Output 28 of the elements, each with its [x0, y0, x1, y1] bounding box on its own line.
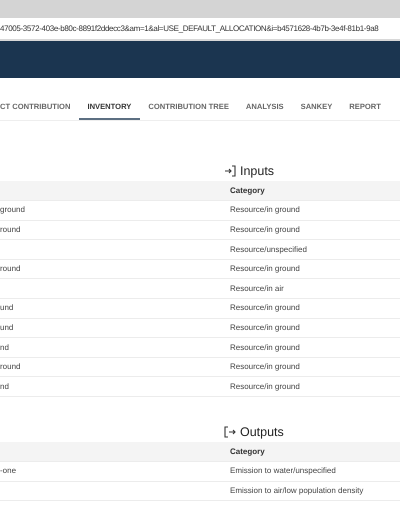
table-cell: Emission to air/low population density: [230, 486, 364, 496]
table-cell: Resource/in ground: [230, 264, 300, 274]
section-title: Outputs: [240, 424, 284, 441]
table-cell: und: [0, 322, 14, 332]
table-cell: Resource/in ground: [230, 322, 300, 332]
table-cell: und: [0, 303, 14, 312]
table-cell: round: [0, 362, 20, 372]
sign-out-icon: [224, 426, 236, 438]
table-cell: Resource/in ground: [230, 205, 300, 214]
table-cell: Emission to water/unspecified: [230, 466, 336, 476]
table-cell: Resource/in ground: [230, 303, 300, 312]
table-cell: -one: [0, 466, 16, 476]
table-cell: Resource/in ground: [230, 382, 300, 391]
table-cell: nd: [0, 342, 9, 352]
table-cell: Resource/in ground: [230, 342, 300, 352]
column-header: Category: [230, 181, 400, 201]
table-cell: round: [0, 264, 20, 274]
table-cell: round: [0, 224, 20, 234]
table-cell: Resource/in ground: [230, 362, 300, 372]
table-cell: Resource/unspecified: [230, 244, 307, 254]
section-title: Inputs: [240, 162, 274, 180]
table-cell: ground: [0, 205, 25, 214]
sign-in-icon: [224, 165, 236, 177]
table-cell: nd: [0, 382, 9, 391]
table-cell: Resource/in ground: [230, 224, 300, 234]
address-url[interactable]: 47005-3572-403e-b80c-8891f2ddecc3&am=1&al=USE_DEFAULT_ALLOCATION&i=b4571628-4b7b-3e4f-81b1-9a8: [0, 22, 378, 34]
column-header: Category: [230, 442, 400, 462]
table-cell: Resource/in air: [230, 284, 284, 293]
